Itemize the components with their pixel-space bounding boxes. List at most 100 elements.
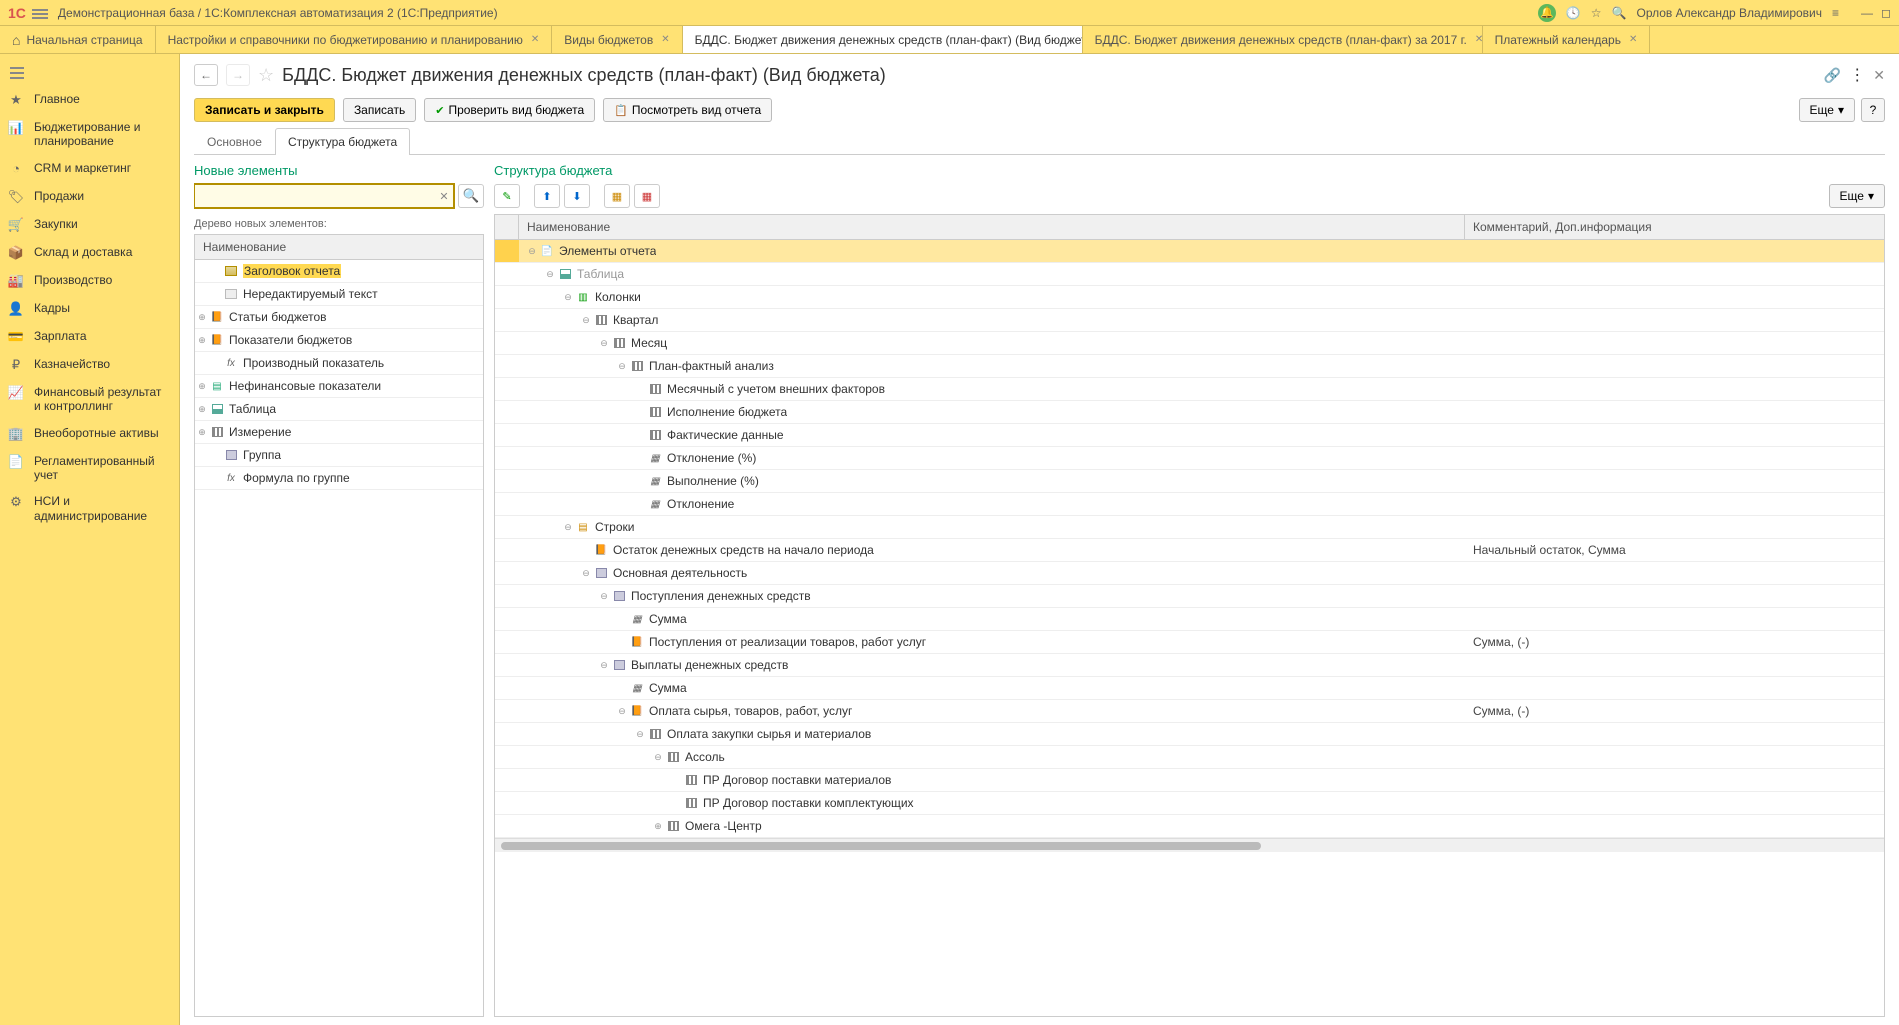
collapse-icon[interactable]: ⊖ [633,729,647,740]
tab-bdds-view[interactable]: БДДС. Бюджет движения денежных средств (… [683,26,1083,53]
tree-row[interactable]: ⊖▤Строки [495,516,1884,539]
edit-button[interactable]: ✎ [494,184,520,208]
tree-row[interactable]: ⊖Поступления денежных средств [495,585,1884,608]
tree-item[interactable]: Группа [243,448,281,462]
tree-row[interactable]: ▦Сумма [495,608,1884,631]
collapse-icon[interactable]: ⊖ [561,522,575,533]
tree-row[interactable]: ⊖Таблица [495,263,1884,286]
tree-item[interactable]: Измерение [229,425,291,439]
tree-row[interactable]: Исполнение бюджета [495,401,1884,424]
tree-row[interactable]: ⊖План-фактный анализ [495,355,1884,378]
tree-row[interactable]: ▦Отклонение (%) [495,447,1884,470]
sidebar-item-fin[interactable]: 📈Финансовый результат и контроллинг [0,379,179,420]
collapse-icon[interactable]: ⊖ [615,361,629,372]
tree-row[interactable]: ⊕Омега -Центр [495,815,1884,838]
save-button[interactable]: Записать [343,98,416,122]
sidebar-item-salary[interactable]: 💳Зарплата [0,323,179,351]
more-button[interactable]: Еще ▾ [1829,184,1885,208]
move-down-button[interactable]: ⬇ [564,184,590,208]
collapse-icon[interactable]: ⊖ [561,292,575,303]
collapse-icon[interactable]: ⊖ [579,315,593,326]
move-up-button[interactable]: ⬆ [534,184,560,208]
collapse-icon[interactable]: ⊖ [543,269,557,280]
sidebar-item-reg[interactable]: 📄Регламентированный учет [0,448,179,489]
tab-home[interactable]: Начальная страница [0,26,156,53]
tree-item[interactable]: Заголовок отчета [243,264,341,278]
notifications-icon[interactable]: 🔔 [1538,4,1556,22]
tree-row[interactable]: ▦Выполнение (%) [495,470,1884,493]
sidebar-item-production[interactable]: 🏭Производство [0,267,179,295]
expand-icon[interactable]: ⊕ [195,381,209,392]
tree-row[interactable]: 📙Поступления от реализации товаров, рабо… [495,631,1884,654]
tab-bdds-2017[interactable]: БДДС. Бюджет движения денежных средств (… [1083,26,1483,53]
tree-item[interactable]: Показатели бюджетов [229,333,352,347]
check-button[interactable]: ✔Проверить вид бюджета [424,98,595,122]
tree-row[interactable]: ▦Отклонение [495,493,1884,516]
structure-tree[interactable]: Наименование Комментарий, Доп.информация… [494,214,1885,1017]
back-button[interactable]: ← [194,64,218,86]
expand-icon[interactable]: ⊕ [651,821,665,832]
collapse-icon[interactable]: ⊖ [597,660,611,671]
view-report-button[interactable]: 📋Посмотреть вид отчета [603,98,772,122]
minimize-icon[interactable]: — [1861,6,1873,20]
tab-payment-calendar[interactable]: Платежный календарь ✕ [1483,26,1651,53]
expand-icon[interactable]: ⊕ [195,404,209,415]
sidebar-item-hr[interactable]: 👤Кадры [0,295,179,323]
sidebar-item-warehouse[interactable]: 📦Склад и доставка [0,239,179,267]
tree-row[interactable]: ⊖Квартал [495,309,1884,332]
search-icon[interactable]: 🔍 [1612,6,1627,20]
sidebar-item-main[interactable]: ★Главное [0,86,179,114]
collapse-icon[interactable]: ⊖ [525,246,539,257]
sidebar-item-budget[interactable]: 📊Бюджетирование и планирование [0,114,179,155]
favorite-star-icon[interactable]: ☆ [258,65,274,86]
maximize-icon[interactable]: ◻ [1881,6,1891,20]
sidebar-item-sales[interactable]: 🏷Продажи [0,183,179,211]
tab-budget-types[interactable]: Виды бюджетов ✕ [552,26,682,53]
sidebar-item-crm[interactable]: ◔CRM и маркетинг [0,155,179,183]
user-name[interactable]: Орлов Александр Владимирович [1637,6,1823,20]
close-icon[interactable]: ✕ [1629,34,1637,45]
collapse-icon[interactable]: ⊖ [579,568,593,579]
search-input[interactable] [194,184,454,208]
collapse-icon[interactable]: ⊖ [597,338,611,349]
tree-row[interactable]: ⊖📄Элементы отчета [495,240,1884,263]
tab-settings-ref[interactable]: Настройки и справочники по бюджетировани… [156,26,553,53]
close-icon[interactable]: ✕ [661,34,669,45]
help-button[interactable]: ? [1861,98,1885,122]
tree-item[interactable]: Формула по группе [243,471,350,485]
expand-icon[interactable]: ⊕ [195,335,209,346]
sidebar-toggle[interactable] [0,60,179,86]
tree-row[interactable]: Фактические данные [495,424,1884,447]
menu-icon[interactable] [32,7,48,19]
history-icon[interactable]: 🕓 [1566,6,1581,20]
action1-button[interactable]: ▦ [604,184,630,208]
action2-button[interactable]: ▦ [634,184,660,208]
close-icon[interactable]: ✕ [531,34,539,45]
collapse-icon[interactable]: ⊖ [615,706,629,717]
user-menu-icon[interactable]: ≡ [1832,6,1839,20]
tree-item[interactable]: Нередактируемый текст [243,287,378,301]
clear-search-button[interactable]: ✕ [434,184,454,208]
tree-row[interactable]: ⊖▥Колонки [495,286,1884,309]
sidebar-item-nsi[interactable]: ⚙НСИ и администрирование [0,488,179,529]
tree-row[interactable]: ПР Договор поставки материалов [495,769,1884,792]
tree-row[interactable]: ⊖Основная деятельность [495,562,1884,585]
sidebar-item-assets[interactable]: 🏢Внеоборотные активы [0,420,179,448]
tree-row[interactable]: ▦Сумма [495,677,1884,700]
tree-row[interactable]: 📙Остаток денежных средств на начало пери… [495,539,1884,562]
collapse-icon[interactable]: ⊖ [651,752,665,763]
expand-icon[interactable]: ⊕ [195,427,209,438]
more-button[interactable]: Еще ▾ [1799,98,1855,122]
tree-row[interactable]: ⊖Оплата закупки сырья и материалов [495,723,1884,746]
kebab-icon[interactable] [1849,65,1865,85]
forward-button[interactable]: → [226,64,250,86]
tree-item[interactable]: Таблица [229,402,276,416]
tree-row[interactable]: ⊖📙Оплата сырья, товаров, работ, услугСум… [495,700,1884,723]
elements-tree[interactable]: Наименование Заголовок отчета Нередактир… [194,234,484,1017]
tree-row[interactable]: ⊖Выплаты денежных средств [495,654,1884,677]
sidebar-item-purchase[interactable]: 🛒Закупки [0,211,179,239]
link-icon[interactable] [1824,67,1841,84]
search-button[interactable]: 🔍 [458,184,484,208]
favorite-icon[interactable]: ☆ [1591,6,1602,20]
expand-icon[interactable]: ⊕ [195,312,209,323]
